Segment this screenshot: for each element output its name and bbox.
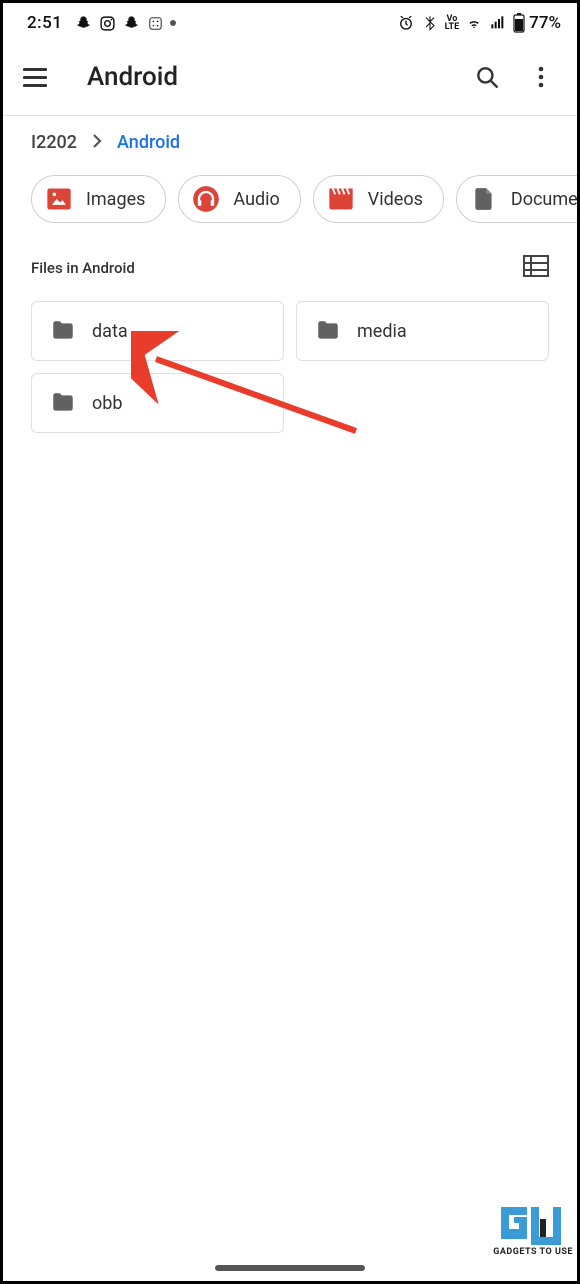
folder-icon	[48, 318, 78, 344]
wifi-icon	[465, 14, 483, 32]
volte-icon: VoLTE	[445, 15, 460, 31]
film-icon	[326, 184, 356, 214]
more-vertical-icon	[538, 65, 544, 89]
folder-grid: data media obb	[3, 287, 577, 447]
view-toggle-list[interactable]	[523, 255, 549, 281]
folder-icon	[313, 318, 343, 344]
status-right: VoLTE 77%	[397, 13, 561, 33]
folder-data[interactable]: data	[31, 301, 284, 361]
breadcrumb-root[interactable]: I2202	[31, 132, 77, 153]
folder-name: data	[92, 321, 128, 342]
image-icon	[44, 184, 74, 214]
bluetooth-icon	[421, 14, 439, 32]
search-button[interactable]	[471, 61, 503, 93]
search-icon	[474, 64, 500, 90]
alarm-icon	[397, 14, 415, 32]
section-header: Files in Android	[3, 235, 577, 287]
status-bar: 2:51 VoLTE	[3, 3, 577, 43]
grid-icon	[146, 14, 164, 32]
folder-name: obb	[92, 393, 122, 414]
status-left: 2:51	[27, 13, 176, 33]
watermark-text: GADGETS TO USE	[493, 1247, 573, 1257]
folder-media[interactable]: media	[296, 301, 549, 361]
chip-documents[interactable]: Documents	[456, 175, 577, 223]
folder-obb[interactable]: obb	[31, 373, 284, 433]
more-options-button[interactable]	[525, 61, 557, 93]
signal-icon	[489, 14, 507, 32]
nav-indicator[interactable]	[215, 1265, 365, 1271]
headphones-icon	[191, 184, 221, 214]
chip-audio[interactable]: Audio	[178, 175, 300, 223]
instagram-icon	[98, 14, 116, 32]
chip-label: Audio	[233, 189, 279, 210]
breadcrumb-current[interactable]: Android	[117, 132, 180, 153]
breadcrumb: I2202 Android	[3, 116, 577, 165]
chip-label: Videos	[368, 189, 423, 210]
snapchat-icon	[74, 14, 92, 32]
watermark: GADGETS TO USE	[493, 1205, 573, 1257]
chip-label: Images	[86, 189, 145, 210]
chip-label: Documents	[511, 189, 577, 210]
snapchat-icon-2	[122, 14, 140, 32]
watermark-logo-icon	[499, 1205, 567, 1247]
folder-icon	[48, 390, 78, 416]
more-notifications-dot	[170, 20, 176, 26]
list-view-icon	[523, 255, 549, 277]
page-title: Android	[87, 62, 471, 92]
menu-button[interactable]	[23, 59, 59, 95]
battery-percent: 77%	[529, 13, 561, 33]
app-bar: Android	[3, 43, 577, 115]
status-time: 2:51	[27, 13, 62, 33]
chip-images[interactable]: Images	[31, 175, 166, 223]
chip-videos[interactable]: Videos	[313, 175, 444, 223]
section-label: Files in Android	[31, 259, 135, 277]
category-chips: Images Audio Videos Documents	[3, 165, 577, 235]
battery-indicator: 77%	[513, 13, 561, 33]
folder-name: media	[357, 321, 407, 342]
chevron-right-icon	[91, 132, 103, 153]
document-icon	[469, 184, 499, 214]
